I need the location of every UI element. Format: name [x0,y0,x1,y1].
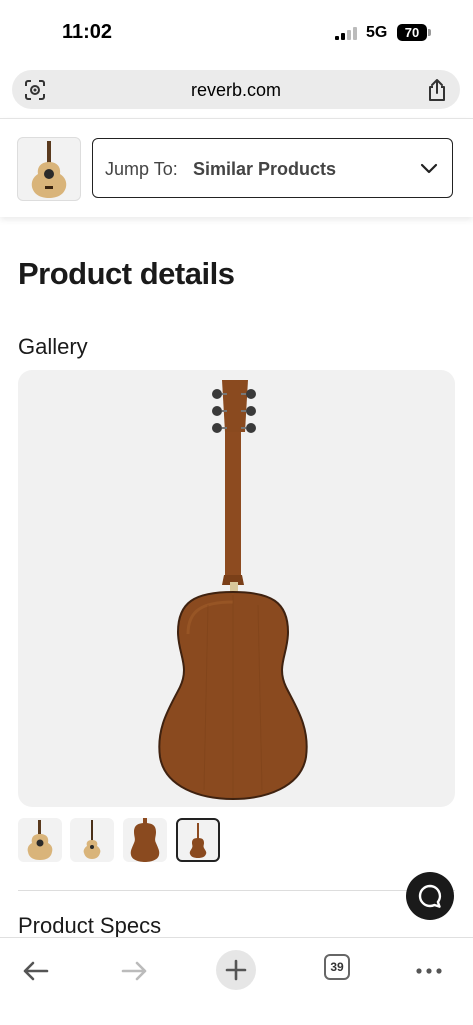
thumbnail-guitar-full-back [189,823,207,858]
page-title: Product details [18,256,235,291]
share-icon[interactable] [426,78,448,102]
guitar-front-image [31,141,67,198]
chat-bubble-icon [418,884,442,908]
gallery-heading: Gallery [18,334,88,359]
product-thumbnail[interactable] [17,137,81,201]
jump-to-select[interactable]: Jump To: Similar Products [92,138,453,198]
url-text[interactable]: reverb.com [12,80,460,101]
forward-arrow-icon[interactable] [110,946,160,996]
browser-toolbar: 39 [0,937,473,1025]
gallery-thumbnail-3[interactable] [123,818,167,862]
thumbnail-guitar-back-body [130,818,160,862]
tabs-button[interactable]: 39 [316,946,366,996]
address-bar[interactable]: reverb.com [12,70,460,109]
chat-button[interactable] [406,872,454,920]
chevron-down-icon [420,163,438,174]
thumbnail-guitar-full-front [83,820,101,859]
battery-tip [428,29,431,36]
tab-count-icon: 39 [324,954,350,980]
section-divider [18,890,455,891]
gallery-thumbnail-4-selected[interactable] [176,818,220,862]
status-bar: 11:02 5G 70 [0,0,473,62]
network-type: 5G [366,24,388,41]
jump-to-label: Jump To: [105,159,178,179]
product-specs-heading: Product Specs [18,913,162,938]
jump-to-value: Similar Products [193,159,337,179]
gallery-thumbnail-2[interactable] [70,818,114,862]
battery-level: 70 [404,25,420,40]
thumbnail-guitar-front [27,820,53,860]
gallery-main-image[interactable] [18,370,455,807]
guitar-back-image [158,380,308,801]
new-tab-button[interactable] [216,946,266,996]
gallery-thumbnail-1[interactable] [18,818,62,862]
plus-icon [225,959,247,981]
battery-icon: 70 [397,24,427,41]
status-time: 11:02 [62,21,113,43]
jump-to-header: Jump To: Similar Products [0,118,473,217]
more-options-icon[interactable] [404,946,454,996]
signal-icon [335,26,359,40]
back-arrow-icon[interactable] [14,946,64,996]
